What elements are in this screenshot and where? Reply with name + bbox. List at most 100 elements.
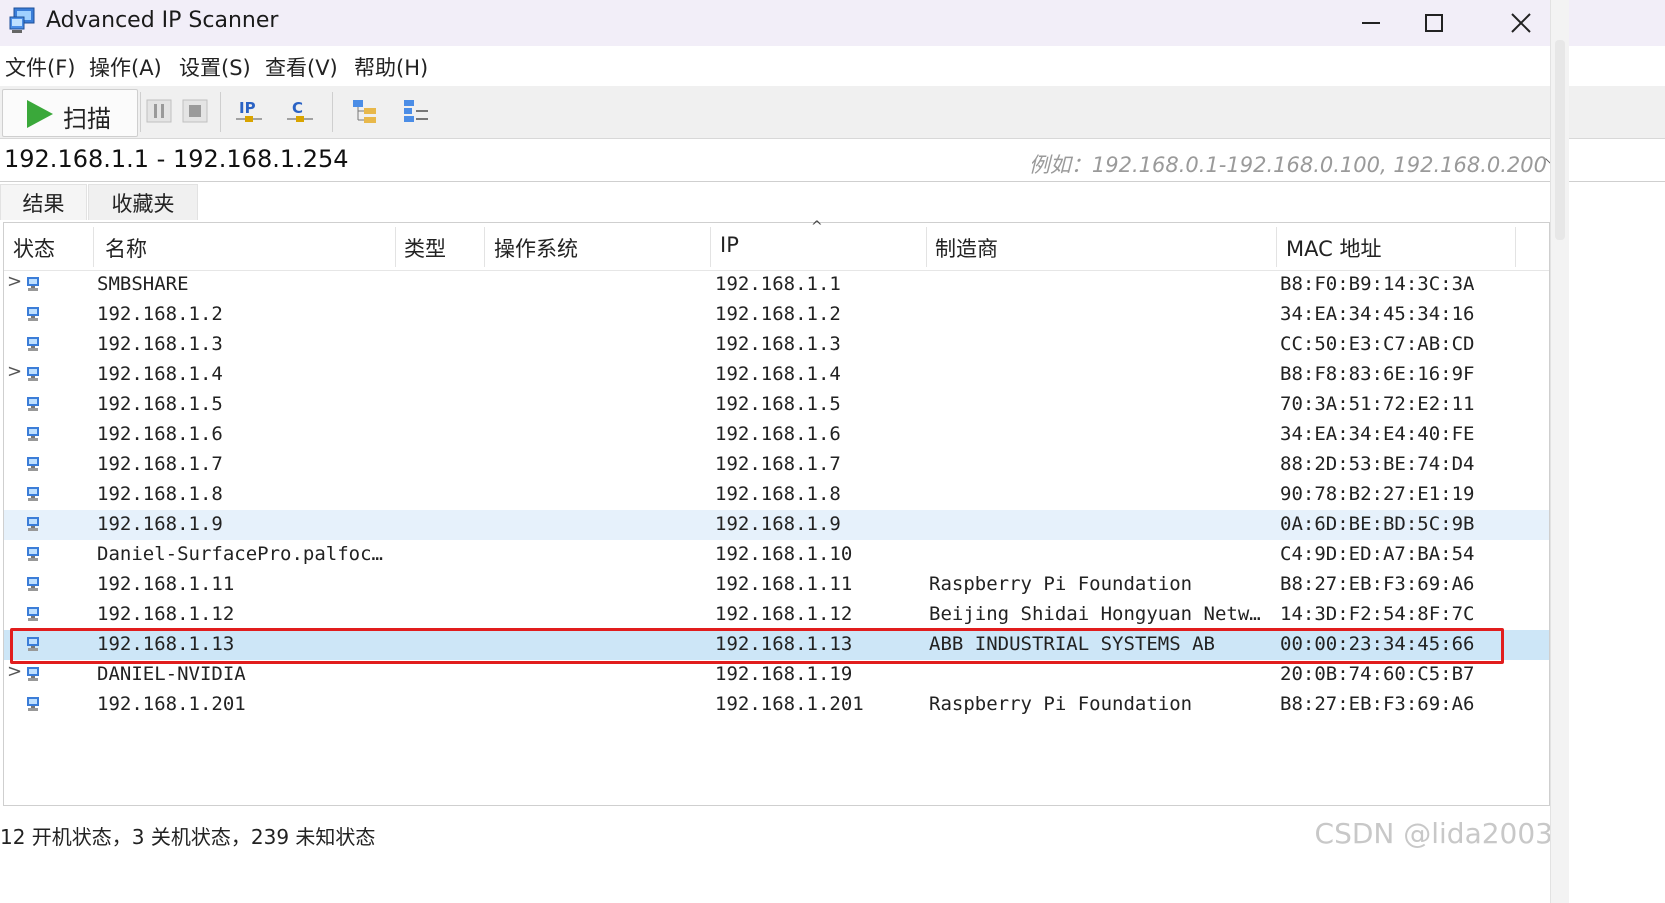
host-ip: 192.168.1.19 <box>715 663 853 685</box>
table-row[interactable]: > DANIEL-NVIDIA 192.168.1.19 20:0B:74:60:C5… <box>4 660 1549 690</box>
expand-icon[interactable]: > <box>7 271 22 292</box>
menu-help[interactable]: 帮助(H) <box>354 52 428 82</box>
table-row[interactable]: 192.168.1.7 192.168.1.7 88:2D:53:BE:74:D4 <box>4 450 1549 480</box>
host-name: 192.168.1.4 <box>97 363 223 385</box>
menu-actions[interactable]: 操作(A) <box>89 52 162 82</box>
svg-text:IP: IP <box>239 99 256 117</box>
host-mac: 90:78:B2:27:E1:19 <box>1280 483 1475 505</box>
computer-icon <box>27 427 39 441</box>
host-ip: 192.168.1.4 <box>715 363 841 385</box>
col-mac[interactable]: MAC 地址 <box>1286 233 1381 263</box>
host-ip: 192.168.1.201 <box>715 693 864 715</box>
scrollbar-thumb[interactable] <box>1555 40 1565 240</box>
table-row[interactable]: 192.168.1.6 192.168.1.6 34:EA:34:E4:40:FE <box>4 420 1549 450</box>
host-mac: CC:50:E3:C7:AB:CD <box>1280 333 1475 355</box>
host-mac: 0A:6D:BE:BD:5C:9B <box>1280 513 1475 535</box>
host-name: DANIEL-NVIDIA <box>97 663 246 685</box>
stop-icon[interactable] <box>180 96 210 126</box>
computer-icon <box>27 457 39 471</box>
class-c-subnet-icon[interactable]: C <box>285 96 315 126</box>
column-divider[interactable] <box>395 227 396 267</box>
menu-settings[interactable]: 设置(S) <box>179 52 251 82</box>
host-ip: 192.168.1.8 <box>715 483 841 505</box>
menu-view[interactable]: 查看(V) <box>265 52 338 82</box>
col-name[interactable]: 名称 <box>105 233 147 263</box>
expand-all-icon[interactable] <box>350 96 380 126</box>
col-vendor[interactable]: 制造商 <box>935 233 998 263</box>
scan-button[interactable]: 扫描 <box>2 89 138 137</box>
tab-bar: 结果 收藏夹 <box>0 182 1665 222</box>
close-icon <box>1511 13 1531 33</box>
table-row[interactable]: Daniel-SurfacePro.palfoc… 192.168.1.10 C4:… <box>4 540 1549 570</box>
col-ip[interactable]: IP <box>720 233 739 257</box>
host-ip: 192.168.1.12 <box>715 603 853 625</box>
host-ip: 192.168.1.5 <box>715 393 841 415</box>
tab-results[interactable]: 结果 <box>0 184 87 220</box>
table-row[interactable]: 192.168.1.9 192.168.1.9 0A:6D:BE:BD:5C:9B <box>4 510 1549 540</box>
host-name: 192.168.1.8 <box>97 483 223 505</box>
col-status[interactable]: 状态 <box>13 233 55 263</box>
computer-icon <box>27 367 39 381</box>
host-mac: 88:2D:53:BE:74:D4 <box>1280 453 1475 475</box>
table-row[interactable]: 192.168.1.2 192.168.1.2 34:EA:34:45:34:16 <box>4 300 1549 330</box>
column-divider[interactable] <box>926 227 927 267</box>
table-row[interactable]: 192.168.1.12 192.168.1.12 Beijing Shidai H… <box>4 600 1549 630</box>
minimize-icon <box>1362 22 1380 24</box>
host-name: 192.168.1.11 <box>97 573 235 595</box>
ip-range-value[interactable]: 192.168.1.1 - 192.168.1.254 <box>4 145 349 173</box>
close-button[interactable] <box>1491 0 1551 46</box>
table-row[interactable]: 192.168.1.3 192.168.1.3 CC:50:E3:C7:AB:CD <box>4 330 1549 360</box>
host-name: 192.168.1.6 <box>97 423 223 445</box>
computer-icon <box>27 577 39 591</box>
computer-icon <box>27 277 39 291</box>
host-mac: B8:27:EB:F3:69:A6 <box>1280 693 1475 715</box>
host-vendor: Beijing Shidai Hongyuan Netw… <box>929 603 1261 625</box>
host-mac: B8:27:EB:F3:69:A6 <box>1280 573 1475 595</box>
play-icon <box>27 100 53 128</box>
table-row[interactable]: 192.168.1.5 192.168.1.5 70:3A:51:72:E2:11 <box>4 390 1549 420</box>
ip-subnet-icon[interactable]: IP <box>234 96 264 126</box>
table-row[interactable]: 192.168.1.11 192.168.1.11 Raspberry Pi Fou… <box>4 570 1549 600</box>
host-ip: 192.168.1.1 <box>715 273 841 295</box>
computer-icon <box>27 397 39 411</box>
host-ip: 192.168.1.11 <box>715 573 853 595</box>
column-divider[interactable] <box>710 227 711 267</box>
expand-icon[interactable]: > <box>7 361 22 382</box>
computer-icon <box>27 607 39 621</box>
expand-icon[interactable]: > <box>7 661 22 682</box>
host-name: Daniel-SurfacePro.palfoc… <box>97 543 383 565</box>
table-row[interactable]: >192.168.1.4 192.168.1.4 B8:F8:83:6E:16:9F <box>4 360 1549 390</box>
pause-icon[interactable] <box>144 96 174 126</box>
menu-bar: 文件(F) 操作(A) 设置(S) 查看(V) 帮助(H) <box>0 46 1665 86</box>
table-row[interactable]: > SMBSHARE 192.168.1.1 B8:F0:B9:14:3C:3A <box>4 270 1549 300</box>
col-os[interactable]: 操作系统 <box>494 233 578 263</box>
column-divider[interactable] <box>1515 227 1516 267</box>
column-divider[interactable] <box>1276 227 1277 267</box>
toolbar-separator <box>332 92 333 132</box>
maximize-icon <box>1425 14 1443 32</box>
toolbar: 扫描 IP C <box>0 86 1665 139</box>
col-type[interactable]: 类型 <box>404 233 446 263</box>
tab-favorites[interactable]: 收藏夹 <box>88 184 198 220</box>
menu-file[interactable]: 文件(F) <box>5 52 75 82</box>
collapse-all-icon[interactable] <box>401 96 431 126</box>
column-divider[interactable] <box>484 227 485 267</box>
computer-icon <box>27 667 39 681</box>
table-row[interactable]: 192.168.1.201 192.168.1.201 Raspberry Pi F… <box>4 690 1549 720</box>
computer-icon <box>27 307 39 321</box>
computer-icon <box>27 517 39 531</box>
maximize-button[interactable] <box>1404 0 1464 46</box>
host-mac: B8:F8:83:6E:16:9F <box>1280 363 1475 385</box>
status-bar: 12 开机状态，3 关机状态，239 未知状态 CSDN @lida2003 <box>0 812 1665 852</box>
ip-range-input[interactable]: 192.168.1.1 - 192.168.1.254 例如：192.168.0… <box>0 139 1665 182</box>
host-name: 192.168.1.201 <box>97 693 246 715</box>
minimize-button[interactable] <box>1341 0 1401 46</box>
window-scrollbar[interactable] <box>1550 0 1569 903</box>
watermark: CSDN @lida2003 <box>1314 817 1553 850</box>
host-mac: 34:EA:34:E4:40:FE <box>1280 423 1475 445</box>
table-row[interactable]: 192.168.1.8 192.168.1.8 90:78:B2:27:E1:19 <box>4 480 1549 510</box>
computer-icon <box>27 337 39 351</box>
host-ip: 192.168.1.10 <box>715 543 853 565</box>
column-divider[interactable] <box>93 227 94 267</box>
toolbar-separator <box>140 92 141 132</box>
